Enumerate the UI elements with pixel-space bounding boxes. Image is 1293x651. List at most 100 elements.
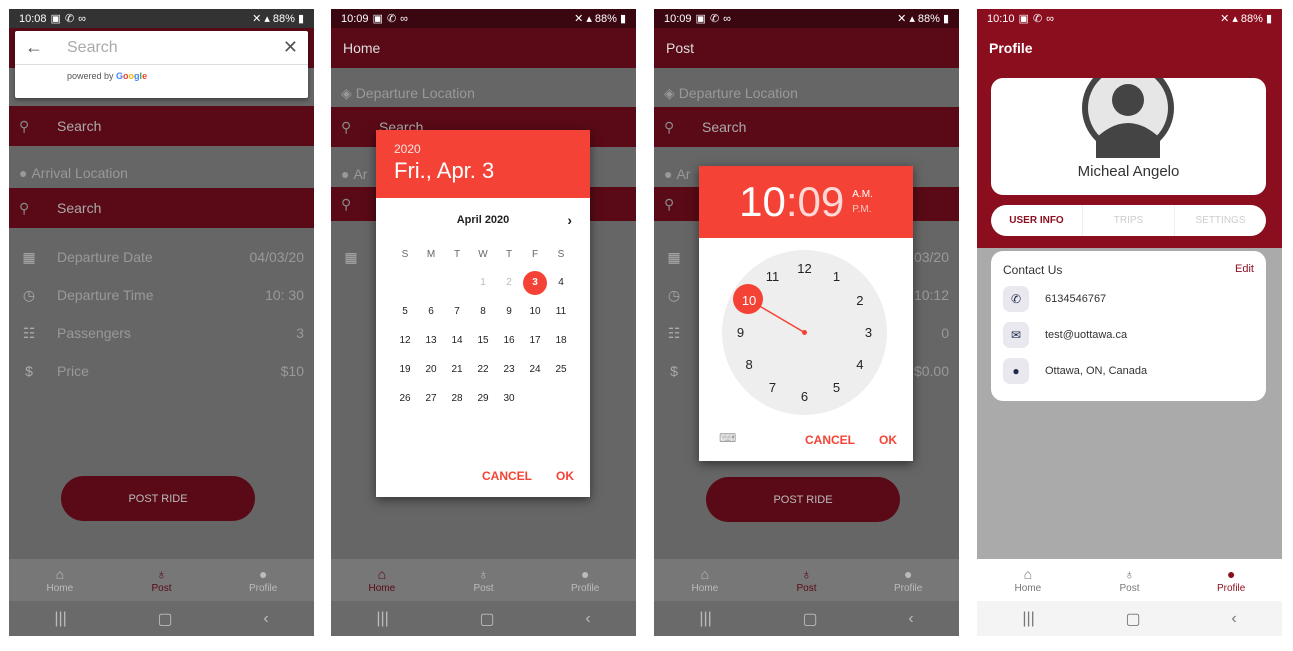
calendar-day[interactable]: 11 [548, 297, 574, 326]
contact-phone: ✆ 6134546767 [991, 281, 1266, 317]
edit-button[interactable]: Edit [1235, 263, 1254, 277]
calendar-day[interactable]: 9 [496, 297, 522, 326]
nav-profile[interactable]: ● Profile [1180, 559, 1282, 601]
nav-home[interactable]: ⌂ Home [331, 559, 433, 601]
back-icon[interactable]: ‹ [1231, 610, 1236, 628]
post-ride-button[interactable]: POST RIDE [706, 477, 900, 522]
nav-post[interactable]: ♁ Post [111, 559, 213, 601]
clock-number[interactable]: 11 [763, 269, 783, 284]
clock-number[interactable]: 7 [763, 380, 783, 395]
next-month-icon[interactable]: › [567, 212, 572, 228]
recents-icon[interactable]: ||| [699, 610, 711, 628]
calendar-day[interactable]: 1 [470, 268, 496, 297]
departure-date-row[interactable]: ▦ Departure Date 04/03/20 [9, 238, 314, 276]
time-picker-dialog: 10 : 09 A.M. P.M. 12 1 2 3 4 5 6 7 8 9 10 11 ⌨ CANC… [699, 166, 913, 461]
back-arrow-icon[interactable]: ← [25, 37, 43, 58]
nav-home[interactable]: ⌂ Home [977, 559, 1079, 601]
calendar-day[interactable]: 2 [496, 268, 522, 297]
clock-number[interactable]: 12 [795, 261, 815, 276]
calendar-day[interactable]: 23 [496, 355, 522, 384]
calendar-day[interactable]: 17 [522, 326, 548, 355]
calendar-day[interactable]: 26 [392, 384, 418, 413]
nav-profile[interactable]: ● Profile [212, 559, 314, 601]
post-ride-button[interactable]: POST RIDE [61, 476, 255, 521]
calendar-day[interactable]: 10 [522, 297, 548, 326]
recents-icon[interactable]: ||| [1022, 610, 1034, 628]
nav-profile[interactable]: ● Profile [534, 559, 636, 601]
calendar-day[interactable]: 14 [444, 326, 470, 355]
calendar-day[interactable]: 25 [548, 355, 574, 384]
ok-button[interactable]: OK [556, 469, 574, 483]
calendar-day[interactable]: 29 [470, 384, 496, 413]
home-button-icon[interactable]: ▢ [480, 609, 495, 629]
calendar-day[interactable]: 22 [470, 355, 496, 384]
calendar-day[interactable]: 19 [392, 355, 418, 384]
calendar-day[interactable]: 7 [444, 297, 470, 326]
calendar-day[interactable]: 21 [444, 355, 470, 384]
clock-number[interactable]: 2 [850, 293, 870, 308]
close-icon[interactable]: ✕ [283, 37, 298, 58]
clock-number[interactable]: 4 [850, 357, 870, 372]
recents-icon[interactable]: ||| [54, 610, 66, 628]
back-icon[interactable]: ‹ [585, 610, 590, 628]
calendar-day[interactable]: 5 [392, 297, 418, 326]
calendar-day[interactable]: 6 [418, 297, 444, 326]
am-toggle[interactable]: A.M. [852, 187, 873, 202]
nav-home[interactable]: ⌂ Home [654, 559, 756, 601]
tab-user-info[interactable]: USER INFO [991, 205, 1083, 236]
home-button-icon[interactable]: ▢ [1126, 609, 1141, 629]
clock-number[interactable]: 1 [827, 269, 847, 284]
clock-number[interactable]: 8 [739, 357, 759, 372]
tab-settings[interactable]: SETTINGS [1175, 205, 1266, 236]
clock-number[interactable]: 10 [739, 293, 759, 308]
search-input[interactable]: Search [67, 39, 118, 57]
calendar-day[interactable]: 13 [418, 326, 444, 355]
calendar-day[interactable]: 8 [470, 297, 496, 326]
calendar-day[interactable]: 20 [418, 355, 444, 384]
calendar-day[interactable]: 12 [392, 326, 418, 355]
calendar-day[interactable]: 30 [496, 384, 522, 413]
recents-icon[interactable]: ||| [376, 610, 388, 628]
price-row[interactable]: $ Price $10 [9, 352, 314, 390]
pm-toggle[interactable]: P.M. [852, 202, 873, 217]
row-value: 03/20 [913, 249, 949, 265]
nav-home[interactable]: ⌂ Home [9, 559, 111, 601]
calendar-day[interactable]: 27 [418, 384, 444, 413]
clock-number[interactable]: 3 [859, 325, 879, 340]
calendar-day[interactable]: 3 [522, 268, 548, 297]
calendar-day[interactable]: 24 [522, 355, 548, 384]
home-button-icon[interactable]: ▢ [803, 609, 818, 629]
nav-post[interactable]: ♁ Post [433, 559, 535, 601]
selected-year[interactable]: 2020 [394, 142, 572, 156]
search-icon: ⚲ [341, 118, 352, 135]
back-icon[interactable]: ‹ [908, 610, 913, 628]
clock-number[interactable]: 6 [795, 389, 815, 404]
cancel-button[interactable]: CANCEL [482, 469, 532, 483]
departure-time-row[interactable]: ◷ Departure Time 10: 30 [9, 276, 314, 314]
calendar-day[interactable]: 4 [548, 268, 574, 297]
arrival-search[interactable]: ⚲ Search [9, 188, 314, 228]
home-button-icon[interactable]: ▢ [158, 609, 173, 629]
ok-button[interactable]: OK [879, 433, 897, 447]
nav-post[interactable]: ♁ Post [756, 559, 858, 601]
departure-search[interactable]: ⚲ Search [9, 106, 314, 146]
keyboard-icon[interactable]: ⌨ [719, 431, 736, 445]
hour-display[interactable]: 10 [739, 178, 786, 226]
row-label: Departure Time [57, 287, 154, 303]
calendar-day[interactable]: 28 [444, 384, 470, 413]
calendar-day[interactable]: 18 [548, 326, 574, 355]
avatar[interactable] [1073, 78, 1183, 158]
clock-number[interactable]: 9 [731, 325, 751, 340]
passengers-row[interactable]: ☷ Passengers 3 [9, 314, 314, 352]
minute-display[interactable]: 09 [798, 178, 845, 226]
cancel-button[interactable]: CANCEL [805, 433, 855, 447]
departure-search[interactable]: ⚲ Search [654, 107, 959, 147]
clock-number[interactable]: 5 [827, 380, 847, 395]
nav-profile[interactable]: ● Profile [857, 559, 959, 601]
calendar-day[interactable]: 16 [496, 326, 522, 355]
calendar-day[interactable]: 15 [470, 326, 496, 355]
back-icon[interactable]: ‹ [263, 610, 268, 628]
nav-post[interactable]: ♁ Post [1079, 559, 1181, 601]
tab-trips[interactable]: TRIPS [1083, 205, 1175, 236]
clock-face[interactable]: 12 1 2 3 4 5 6 7 8 9 10 11 [722, 250, 887, 415]
